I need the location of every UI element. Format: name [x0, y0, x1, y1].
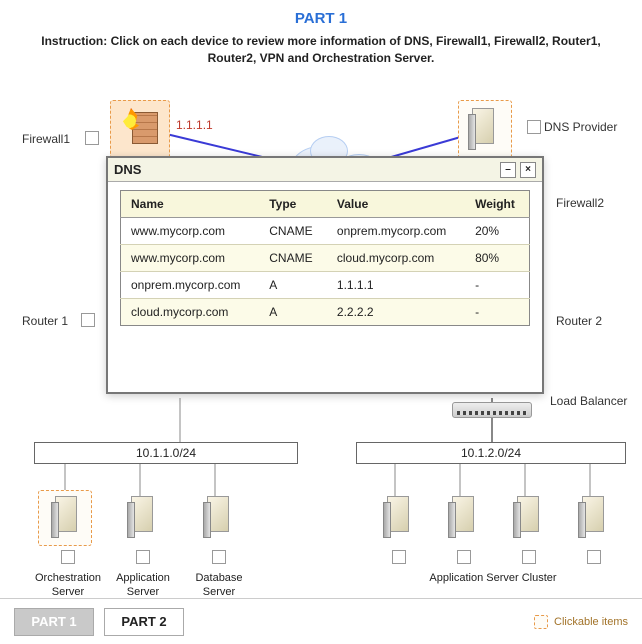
firewall2-label: Firewall2: [556, 196, 604, 210]
cell: 80%: [465, 245, 529, 272]
cluster-node-3: [498, 492, 558, 538]
col-value: Value: [327, 191, 465, 218]
firewall1-checkbox[interactable]: [85, 131, 99, 145]
part2-button[interactable]: PART 2: [104, 608, 184, 636]
cell: www.mycorp.com: [121, 218, 260, 245]
part1-button[interactable]: PART 1: [14, 608, 94, 636]
dns-provider-checkbox[interactable]: [527, 120, 541, 134]
cell: CNAME: [259, 245, 327, 272]
server-icon: [468, 104, 498, 150]
cell: -: [465, 299, 529, 326]
router2-label: Router 2: [556, 314, 602, 328]
cell: onprem.mycorp.com: [327, 218, 465, 245]
dns-table: Name Type Value Weight www.mycorp.com CN…: [120, 190, 530, 326]
cell: cloud.mycorp.com: [121, 299, 260, 326]
clickable-legend: Clickable items: [534, 615, 628, 629]
table-row: onprem.mycorp.com A 1.1.1.1 -: [121, 272, 530, 299]
load-balancer-label: Load Balancer: [550, 394, 627, 408]
cell: cloud.mycorp.com: [327, 245, 465, 272]
cluster-node-2-checkbox[interactable]: [457, 550, 471, 564]
orchestration-server: [36, 492, 96, 538]
cell: 1.1.1.1: [327, 272, 465, 299]
firewall1-label: Firewall1: [22, 132, 70, 146]
table-row: cloud.mycorp.com A 2.2.2.2 -: [121, 299, 530, 326]
subnet-left: 10.1.1.0/24: [34, 442, 298, 464]
part-title: PART 1: [0, 10, 642, 27]
load-balancer-icon: [452, 402, 532, 418]
router1-checkbox[interactable]: [81, 313, 95, 327]
cluster-node-1-checkbox[interactable]: [392, 550, 406, 564]
table-row: www.mycorp.com CNAME onprem.mycorp.com 2…: [121, 218, 530, 245]
cell: -: [465, 272, 529, 299]
database-server: [188, 492, 248, 538]
server-icon: [203, 492, 233, 538]
firewall1-ip: 1.1.1.1: [176, 118, 213, 132]
dns-window-titlebar[interactable]: DNS – ×: [108, 158, 542, 182]
cluster-node-4: [563, 492, 623, 538]
application-server-checkbox[interactable]: [136, 550, 150, 564]
server-icon: [513, 492, 543, 538]
cell: 20%: [465, 218, 529, 245]
server-icon: [383, 492, 413, 538]
legend-swatch-icon: [534, 615, 548, 629]
footer-toolbar: PART 1 PART 2 Clickable items: [0, 598, 642, 644]
cell: www.mycorp.com: [121, 245, 260, 272]
dns-provider-label: DNS Provider: [544, 120, 617, 134]
orchestration-checkbox[interactable]: [61, 550, 75, 564]
cluster-node-3-checkbox[interactable]: [522, 550, 536, 564]
server-icon: [448, 492, 478, 538]
close-button[interactable]: ×: [520, 162, 536, 178]
cell: A: [259, 299, 327, 326]
instruction-text: Instruction: Click on each device to rev…: [30, 33, 612, 67]
cell: onprem.mycorp.com: [121, 272, 260, 299]
server-icon: [578, 492, 608, 538]
cluster-node-4-checkbox[interactable]: [587, 550, 601, 564]
subnet-right: 10.1.2.0/24: [356, 442, 626, 464]
dns-window-title: DNS: [114, 162, 141, 177]
router1-label: Router 1: [22, 314, 68, 328]
table-row: www.mycorp.com CNAME cloud.mycorp.com 80…: [121, 245, 530, 272]
cluster-node-2: [433, 492, 493, 538]
application-server-label: Application Server: [108, 572, 178, 600]
cluster-label: Application Server Cluster: [398, 572, 588, 586]
col-weight: Weight: [465, 191, 529, 218]
diagram-canvas: 1.1.1.1 Firewall1 DNS Provider Firewall2…: [0, 92, 642, 562]
application-server: [112, 492, 172, 538]
cell: 2.2.2.2: [327, 299, 465, 326]
database-server-label: Database Server: [184, 572, 254, 600]
cell: CNAME: [259, 218, 327, 245]
firewall-icon: [120, 106, 160, 146]
cluster-node-1: [368, 492, 428, 538]
dns-window[interactable]: DNS – × Name Type Value Weight www.mycor…: [106, 156, 544, 394]
server-icon: [51, 492, 81, 538]
cell: A: [259, 272, 327, 299]
orchestration-label: Orchestration Server: [30, 572, 106, 600]
dns-window-body: Name Type Value Weight www.mycorp.com CN…: [108, 182, 542, 338]
legend-text: Clickable items: [554, 616, 628, 628]
col-name: Name: [121, 191, 260, 218]
minimize-button[interactable]: –: [500, 162, 516, 178]
col-type: Type: [259, 191, 327, 218]
database-server-checkbox[interactable]: [212, 550, 226, 564]
server-icon: [127, 492, 157, 538]
